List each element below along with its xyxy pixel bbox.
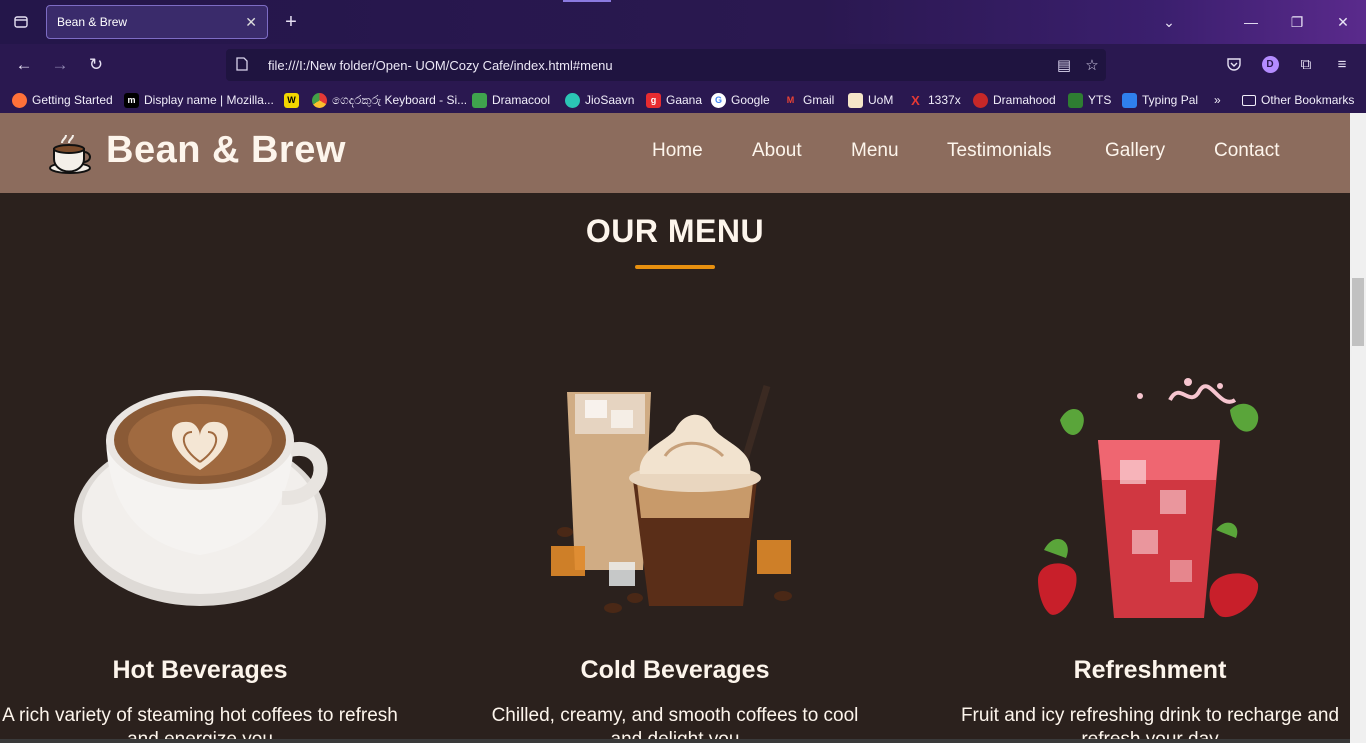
- dramahood-icon: [973, 92, 988, 108]
- gaana-label: Gaana: [666, 93, 703, 107]
- forward-arrow-icon[interactable]: →: [48, 53, 72, 77]
- menu-hamburger-icon[interactable]: ≡: [1330, 52, 1354, 76]
- nav-contact[interactable]: Contact: [1214, 140, 1279, 162]
- mozilla-icon: m: [124, 92, 139, 108]
- site-header: Bean & Brew Home About Menu Testimonials…: [0, 113, 1350, 193]
- list-all-tabs-icon[interactable]: [0, 0, 42, 44]
- back-arrow-icon[interactable]: ←: [12, 53, 36, 77]
- address-bar[interactable]: file:///I:/New folder/Open- UOM/Cozy Caf…: [226, 49, 1106, 81]
- gmail-icon: M: [786, 95, 795, 105]
- bookmark-item[interactable]: G Google: [711, 91, 770, 109]
- refreshment-image: [1038, 378, 1259, 618]
- chevron-down-icon[interactable]: ⌄: [1146, 0, 1192, 44]
- bookmark-item[interactable]: X 1337x: [908, 91, 961, 109]
- section-title: OUR MENU: [585, 213, 765, 249]
- typing-pal-icon: [1122, 92, 1137, 108]
- nav-about[interactable]: About: [752, 140, 802, 162]
- nav-menu[interactable]: Menu: [851, 140, 899, 162]
- bookmark-item[interactable]: ගෙදරකුරු Keyboard - Si...: [312, 91, 467, 109]
- cold-beverages-image: [551, 385, 792, 613]
- reload-icon[interactable]: ↻: [84, 53, 108, 77]
- bookmark-item[interactable]: UoM: [848, 91, 893, 109]
- tab-title: Bean & Brew: [57, 15, 128, 29]
- bookmark-item[interactable]: Dramacool: [472, 91, 550, 109]
- dramacool-icon: [472, 92, 487, 108]
- google-label: Google: [731, 93, 770, 107]
- card-desc-cold: Chilled, creamy, and smooth coffees to c…: [491, 705, 859, 743]
- close-tab-icon[interactable]: ✕: [245, 14, 257, 31]
- jiosaavn-icon: [565, 92, 580, 108]
- minimize-button[interactable]: —: [1228, 0, 1274, 44]
- bookmark-item[interactable]: YTS: [1068, 91, 1111, 109]
- reader-view-icon[interactable]: ▤: [1050, 56, 1078, 74]
- new-tab-button[interactable]: +: [280, 10, 302, 34]
- folder-icon: [1242, 94, 1256, 106]
- hot-coffee-image: [74, 390, 328, 606]
- tab-bar: Bean & Brew ✕ + ⌄ — ❐ ✕: [0, 0, 1366, 44]
- account-avatar[interactable]: D: [1258, 52, 1282, 76]
- horizontal-scrollbar[interactable]: [0, 739, 1350, 743]
- restore-button[interactable]: ❐: [1274, 0, 1320, 44]
- card-title-cold: Cold Beverages: [580, 656, 770, 684]
- card-title-hot: Hot Beverages: [112, 656, 288, 684]
- bookmark-item[interactable]: M Gmail: [783, 91, 835, 109]
- gaana-icon: g: [646, 92, 661, 108]
- page-icon: [236, 56, 254, 74]
- other-bookmarks[interactable]: Other Bookmarks: [1242, 91, 1354, 109]
- card-desc-hot: A rich variety of steaming hot coffees t…: [2, 705, 398, 743]
- scrollbar-thumb[interactable]: [1352, 278, 1364, 346]
- coffee-cup-logo-icon[interactable]: [48, 131, 94, 175]
- uom-icon: [848, 92, 863, 108]
- w-icon: W: [284, 92, 299, 108]
- yts-icon: [1068, 92, 1083, 108]
- bookmark-item[interactable]: Getting Started: [12, 91, 113, 109]
- page-scrollbar[interactable]: [1350, 113, 1366, 743]
- bookmark-item[interactable]: Typing Pal: [1122, 91, 1198, 109]
- bookmarks-toolbar: Getting Started m Display name | Mozilla…: [0, 86, 1366, 113]
- keyboard-icon: [312, 92, 327, 108]
- card-title-refreshment: Refreshment: [1073, 656, 1227, 684]
- bookmark-item[interactable]: W: [284, 91, 304, 109]
- pocket-icon[interactable]: [1222, 52, 1246, 76]
- nav-testimonials[interactable]: Testimonials: [947, 140, 1052, 162]
- title-underline: [635, 265, 715, 269]
- brand-name[interactable]: Bean & Brew: [106, 129, 346, 172]
- more-bookmarks-chevron-icon[interactable]: »: [1214, 91, 1221, 109]
- bookmark-star-icon[interactable]: ☆: [1078, 56, 1106, 74]
- bookmark-item[interactable]: Dramahood: [973, 91, 1056, 109]
- extensions-icon[interactable]: ⧉: [1294, 52, 1318, 76]
- bookmark-item[interactable]: JioSaavn: [565, 91, 634, 109]
- url-text[interactable]: file:///I:/New folder/Open- UOM/Cozy Caf…: [268, 58, 1050, 73]
- firefox-icon: [12, 92, 27, 108]
- tab-indicator: [563, 0, 611, 2]
- nav-home[interactable]: Home: [652, 140, 703, 162]
- bookmark-item[interactable]: g Google Gaana: [646, 91, 702, 109]
- google-icon: G: [711, 92, 726, 108]
- nav-gallery[interactable]: Gallery: [1105, 140, 1165, 162]
- active-tab[interactable]: Bean & Brew ✕: [46, 5, 268, 39]
- card-desc-refreshment: Fruit and icy refreshing drink to rechar…: [960, 705, 1340, 743]
- 1337x-icon: X: [911, 92, 920, 108]
- close-window-button[interactable]: ✕: [1320, 0, 1366, 44]
- bookmark-item[interactable]: m Display name | Mozilla...: [124, 91, 274, 109]
